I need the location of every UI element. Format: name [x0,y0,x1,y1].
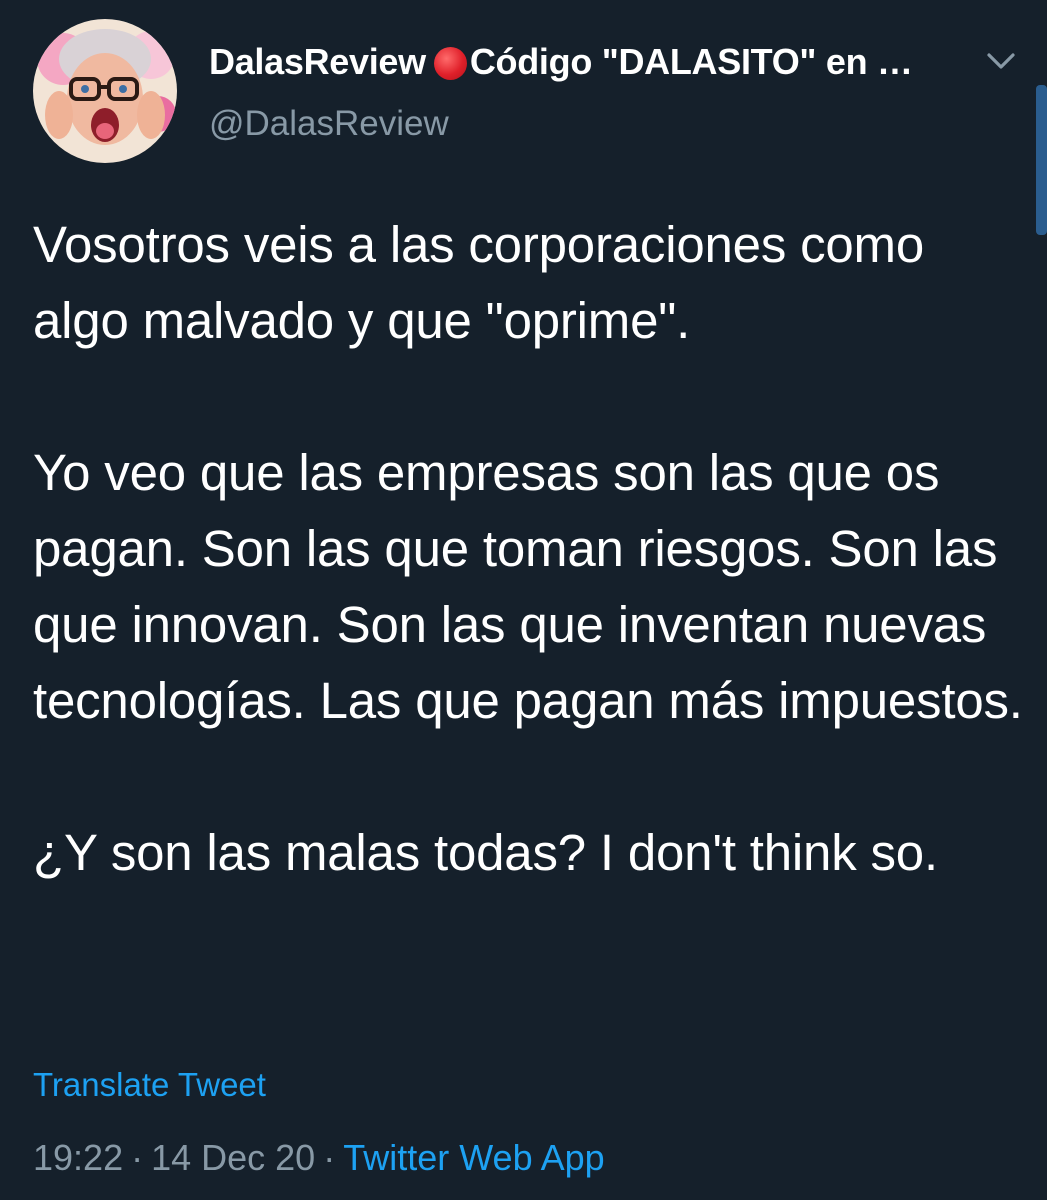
separator: · [323,1137,336,1178]
red-circle-icon [433,46,467,80]
tweet-date[interactable]: 14 Dec 20 [151,1137,315,1178]
tweet-paragraph: Vosotros veis a las corporaciones como a… [33,216,925,349]
avatar-image [33,19,177,163]
display-name-suffix: Código "DALASITO" en … [469,41,913,82]
tweet: DalasReview Código "DALASITO" en … @Dala… [0,0,1047,1200]
separator: · [131,1137,144,1178]
author-name-row: DalasReview Código "DALASITO" en … [209,40,913,84]
user-handle[interactable]: @DalasReview [209,104,449,144]
translate-tweet-link[interactable]: Translate Tweet [33,1066,266,1104]
tweet-time[interactable]: 19:22 [33,1137,123,1178]
display-name[interactable]: DalasReview [209,41,426,83]
avatar[interactable] [33,19,177,163]
tweet-text: Vosotros veis a las corporaciones como a… [33,207,1023,891]
scrollbar[interactable] [1036,85,1047,235]
tweet-source-link[interactable]: Twitter Web App [343,1137,604,1178]
tweet-paragraph: Yo veo que las empresas son las que os p… [33,444,1023,729]
tweet-paragraph: ¿Y son las malas todas? I don't think so… [33,824,938,881]
chevron-down-icon[interactable] [984,44,1018,78]
tweet-metadata: 19:22 · 14 Dec 20 · Twitter Web App [33,1137,605,1179]
